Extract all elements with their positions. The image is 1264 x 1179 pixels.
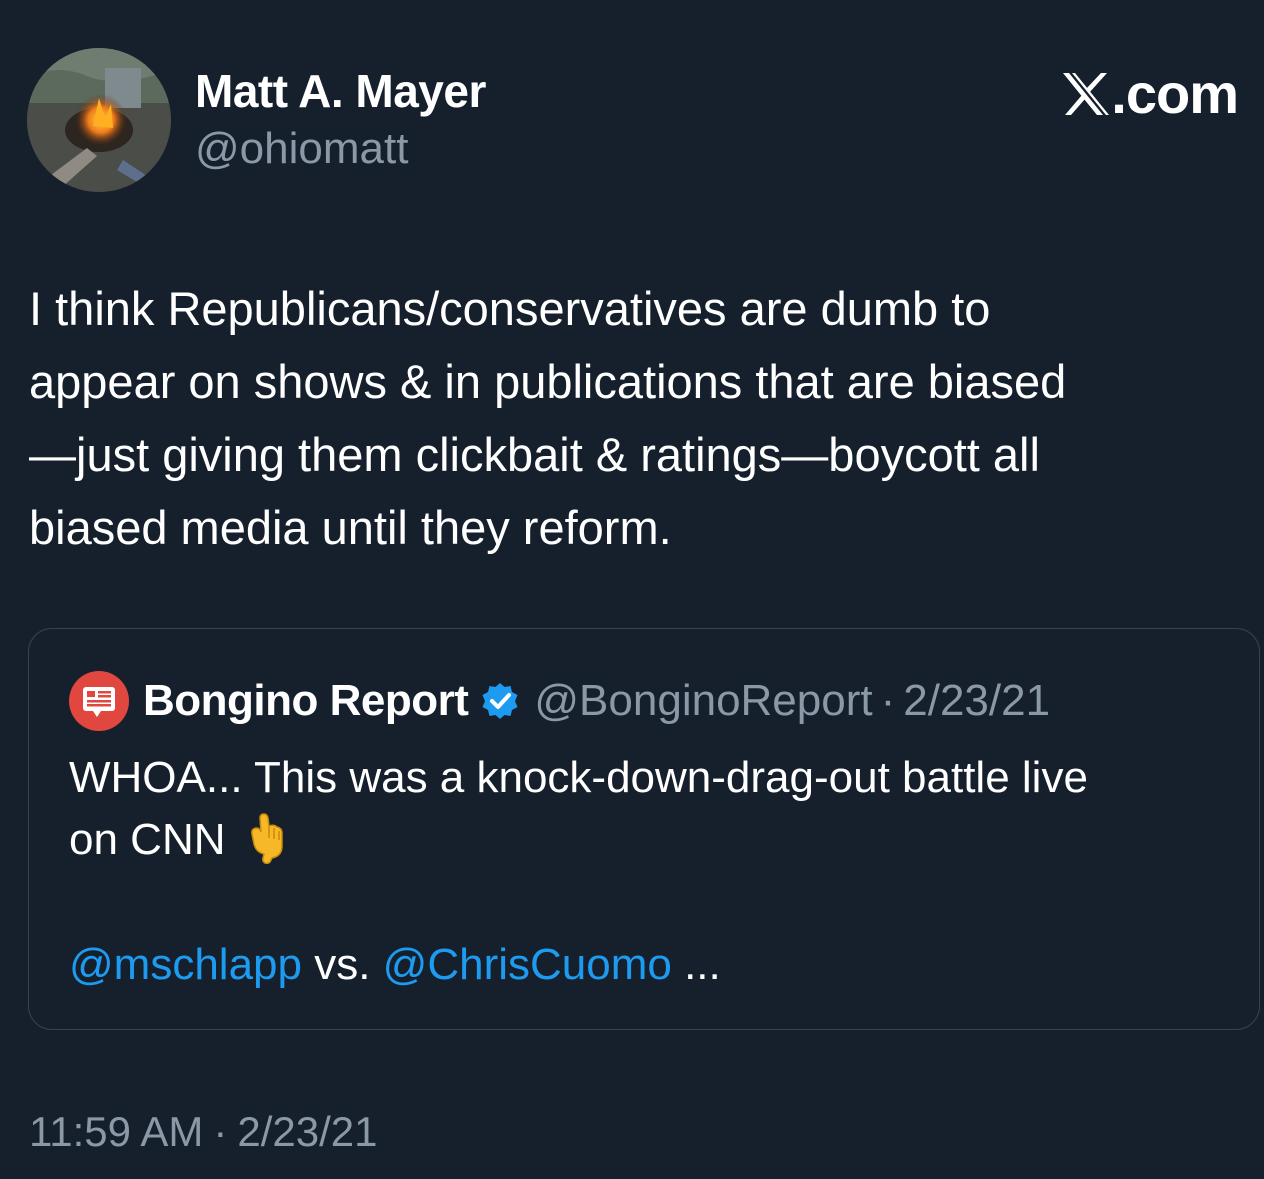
x-logo-icon [1063, 73, 1110, 115]
verified-badge-icon [480, 681, 520, 721]
x-brand-logo[interactable]: .com [1061, 62, 1239, 125]
campfire-photo-icon [27, 48, 171, 192]
timestamp-separator: · [213, 1108, 228, 1155]
tweet-timestamp[interactable]: 11:59 AM · 2/23/21 [29, 1108, 377, 1156]
tweet-date: 2/23/21 [237, 1108, 378, 1155]
author-avatar[interactable] [27, 48, 171, 192]
quoted-text-line-1: WHOA... This was a knock-down-drag-out b… [69, 753, 1088, 802]
quoted-tweet-card[interactable]: Bongino Report @BonginoReport · 2/23/21 … [28, 628, 1260, 1030]
author-handle[interactable]: @ohiomatt [195, 124, 408, 174]
tweet-text: I think Republicans/conservatives are du… [29, 282, 1067, 554]
bongino-logo-icon [83, 687, 115, 717]
quoted-author-handle[interactable]: @BonginoReport [534, 676, 872, 726]
mention-separator: vs. [301, 940, 383, 989]
backhand-index-pointing-down-icon [246, 812, 286, 881]
quoted-separator: · [880, 676, 896, 725]
truncation-ellipsis: ... [671, 940, 721, 989]
quoted-text-on-cnn: on CNN [69, 815, 226, 864]
tweet-time: 11:59 AM [29, 1108, 204, 1155]
quoted-date[interactable]: 2/23/21 [903, 676, 1050, 726]
mention-mschlapp[interactable]: @mschlapp [69, 940, 302, 989]
quoted-author-name[interactable]: Bongino Report [143, 676, 469, 726]
quoted-text-line-2: on CNN [69, 809, 1219, 881]
x-brand-text: .com [1111, 62, 1239, 125]
mention-chriscuomo[interactable]: @ChrisCuomo [383, 940, 672, 989]
quoted-mentions-line: @mschlapp vs. @ChrisCuomo ... [69, 935, 721, 995]
quoted-tweet-header: Bongino Report @BonginoReport · 2/23/21 [69, 671, 1050, 731]
quoted-tweet-text: WHOA... This was a knock-down-drag-out b… [69, 747, 1219, 881]
bongino-report-avatar[interactable] [69, 671, 129, 731]
author-name[interactable]: Matt A. Mayer [195, 64, 486, 118]
